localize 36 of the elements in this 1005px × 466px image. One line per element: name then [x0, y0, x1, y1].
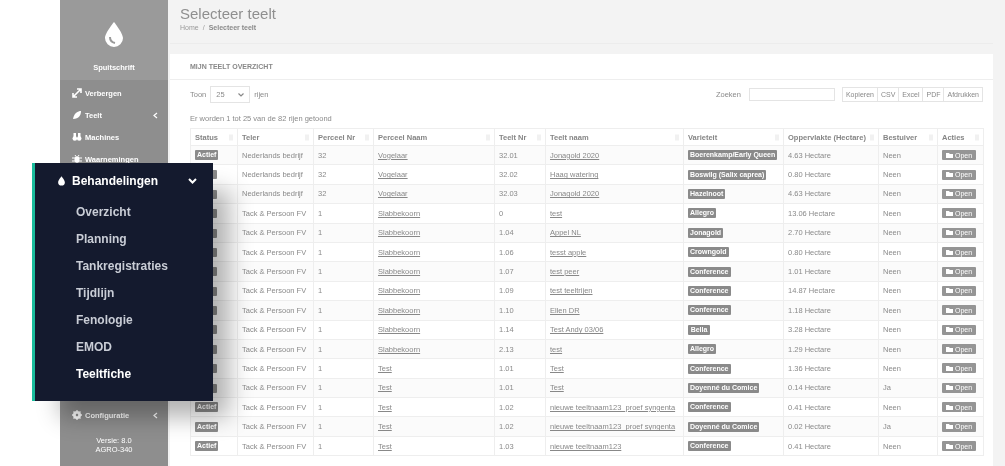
submenu-item[interactable]: Planning — [76, 231, 127, 246]
water-drop-icon — [102, 21, 126, 49]
chevron-left-icon — [153, 111, 158, 119]
bug-icon — [72, 154, 82, 164]
folder-icon — [946, 404, 953, 410]
leaf-icon — [72, 110, 82, 120]
folder-icon — [946, 249, 953, 255]
folder-icon — [946, 346, 953, 352]
submenu-item[interactable]: Teeltfiche — [76, 366, 132, 381]
folder-icon — [946, 230, 953, 236]
submenu-item[interactable]: Fenologie — [76, 312, 133, 327]
chevron-left-icon — [153, 411, 158, 419]
folder-icon — [946, 288, 953, 294]
submenu-item[interactable]: Tijdlijn — [76, 285, 115, 300]
folder-icon — [946, 152, 953, 158]
folder-icon — [946, 385, 953, 391]
search-field[interactable] — [748, 88, 835, 101]
binoculars-icon — [72, 132, 82, 142]
submenu-item[interactable]: EMOD — [76, 339, 112, 354]
page-title: Selecteer teelt — [179, 4, 277, 22]
expand-icon — [72, 88, 82, 98]
folder-icon — [946, 327, 953, 333]
folder-icon — [946, 172, 953, 178]
folder-icon — [946, 210, 953, 216]
folder-icon — [946, 443, 953, 449]
folder-icon — [946, 307, 953, 313]
folder-icon — [946, 269, 953, 275]
folder-icon — [946, 191, 953, 197]
menu-header[interactable]: Behandelingen — [35, 167, 213, 195]
chevron-down-icon — [238, 92, 245, 97]
folder-icon — [946, 424, 953, 430]
folder-icon — [946, 366, 953, 371]
water-drop-icon — [57, 175, 66, 187]
settings-icon — [72, 410, 82, 420]
submenu-item[interactable]: Overzicht — [76, 204, 131, 219]
submenu-item[interactable]: Tankregistraties — [76, 258, 168, 273]
